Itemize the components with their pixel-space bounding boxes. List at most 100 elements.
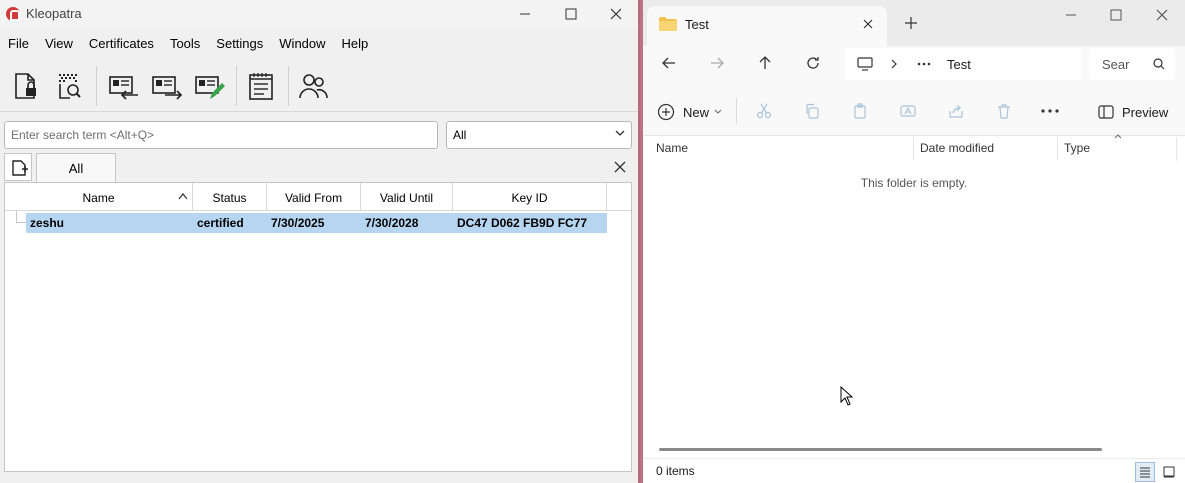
column-header-name[interactable]: Name <box>5 183 193 211</box>
menu-window[interactable]: Window <box>271 32 333 54</box>
tab-all[interactable]: All <box>36 153 116 183</box>
menu-bar: File View Certificates Tools Settings Wi… <box>0 32 376 54</box>
copy-icon <box>806 103 819 119</box>
new-button-label: New <box>683 104 710 120</box>
search-input[interactable]: Sear <box>1089 48 1175 80</box>
menu-view[interactable]: View <box>37 32 81 54</box>
certify-icon <box>195 76 225 99</box>
groups-icon <box>299 74 328 99</box>
kleopatra-window: Kleopatra File View Certificates Tools S… <box>0 0 640 483</box>
minimize-icon <box>520 13 530 15</box>
maximize-icon <box>565 8 577 20</box>
explorer-window: Test Test Sear New Preview Name Date mod… <box>643 0 1185 483</box>
column-header-status[interactable]: Status <box>193 183 267 211</box>
tab-title: Test <box>685 17 709 32</box>
forward-button[interactable] <box>702 48 732 78</box>
groups-button[interactable] <box>294 68 332 104</box>
delete-button[interactable] <box>992 100 1016 122</box>
refresh-button[interactable] <box>798 48 828 78</box>
toolbar <box>0 60 638 112</box>
sign-encrypt-button[interactable] <box>6 68 44 104</box>
chevron-down-icon <box>714 109 722 114</box>
export-certificate-icon <box>152 76 183 100</box>
notepad-icon <box>249 73 273 100</box>
horizontal-scrollbar[interactable] <box>653 448 1183 452</box>
notepad-button[interactable] <box>242 68 280 104</box>
search-icon <box>1153 58 1165 70</box>
paste-button[interactable] <box>848 100 872 122</box>
close-tab-button[interactable] <box>608 155 632 179</box>
copy-button[interactable] <box>800 100 824 122</box>
tab-bar: All <box>4 153 634 183</box>
export-button[interactable] <box>147 68 185 104</box>
details-view-icon <box>1140 467 1150 478</box>
chevron-down-icon <box>615 130 625 136</box>
filter-selected-value: All <box>453 128 467 142</box>
more-horizontal-icon <box>1041 109 1059 113</box>
rename-icon <box>900 105 916 117</box>
up-button[interactable] <box>750 48 780 78</box>
sort-ascending-icon <box>1114 134 1122 139</box>
filter-select[interactable]: All <box>446 121 632 149</box>
certify-button[interactable] <box>190 68 228 104</box>
maximize-button[interactable] <box>1093 0 1139 30</box>
column-header-valid-from[interactable]: Valid From <box>267 183 361 211</box>
preview-button-label: Preview <box>1122 104 1169 120</box>
minimize-button[interactable] <box>502 0 548 28</box>
trash-icon <box>998 104 1010 119</box>
minimize-button[interactable] <box>1048 0 1094 30</box>
plus-circle-icon <box>657 103 675 121</box>
kleopatra-titlebar[interactable]: Kleopatra <box>0 0 638 28</box>
address-current-folder[interactable]: Test <box>947 57 971 72</box>
tiles-view-button[interactable] <box>1159 462 1179 482</box>
back-button[interactable] <box>654 48 684 78</box>
sign-encrypt-file-icon <box>15 73 36 99</box>
new-tab-button[interactable] <box>4 153 32 181</box>
close-icon <box>614 161 626 173</box>
window-title: Kleopatra <box>26 6 82 21</box>
table-row[interactable]: zeshu certified 7/30/2025 7/30/2028 DC47… <box>26 213 607 233</box>
menu-file[interactable]: File <box>0 32 37 54</box>
share-icon <box>949 104 963 118</box>
rename-button[interactable] <box>896 100 920 122</box>
close-button[interactable] <box>593 0 639 28</box>
preview-button[interactable]: Preview <box>1098 101 1168 123</box>
explorer-titlebar[interactable]: Test <box>643 0 1185 46</box>
more-options-button[interactable] <box>1038 100 1062 122</box>
new-button[interactable]: New <box>657 101 722 123</box>
decrypt-verify-button[interactable] <box>50 68 88 104</box>
column-header-date-modified[interactable]: Date modified <box>920 141 994 155</box>
tree-branch-line <box>16 211 26 223</box>
cut-button[interactable] <box>752 100 776 122</box>
cell-status: certified <box>197 216 244 230</box>
cell-valid-from: 7/30/2025 <box>271 216 325 230</box>
column-header-type[interactable]: Type <box>1064 141 1090 155</box>
share-button[interactable] <box>944 100 968 122</box>
close-button[interactable] <box>1139 0 1185 30</box>
explorer-tab[interactable]: Test <box>647 6 887 46</box>
menu-tools[interactable]: Tools <box>162 32 208 54</box>
preview-pane-icon <box>1098 105 1114 119</box>
maximize-button[interactable] <box>548 0 594 28</box>
menu-help[interactable]: Help <box>334 32 377 54</box>
plus-icon <box>905 17 917 29</box>
cell-valid-until: 7/30/2028 <box>365 216 419 230</box>
menu-settings[interactable]: Settings <box>208 32 271 54</box>
new-tab-button[interactable] <box>901 13 921 33</box>
details-view-button[interactable] <box>1135 462 1155 482</box>
close-tab-button[interactable] <box>859 15 877 33</box>
kleopatra-app-icon <box>6 7 20 21</box>
column-header-key-id[interactable]: Key ID <box>453 183 607 211</box>
tiles-view-icon <box>1163 466 1175 478</box>
address-bar[interactable]: Test <box>845 48 1081 80</box>
refresh-icon <box>807 57 819 69</box>
column-header-name[interactable]: Name <box>656 141 688 155</box>
column-header-valid-until[interactable]: Valid Until <box>361 183 453 211</box>
search-input[interactable]: Enter search term <Alt+Q> <box>4 121 438 149</box>
menu-certificates[interactable]: Certificates <box>81 32 162 54</box>
search-placeholder: Sear <box>1102 57 1130 72</box>
import-certificate-icon <box>109 76 138 100</box>
arrow-left-icon <box>662 57 675 69</box>
import-button[interactable] <box>104 68 142 104</box>
scrollbar-thumb[interactable] <box>659 448 1102 451</box>
